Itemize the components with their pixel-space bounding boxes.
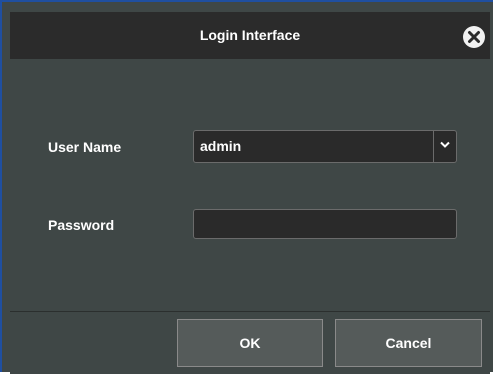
close-icon[interactable] — [463, 26, 485, 48]
user-name-select[interactable]: admin — [193, 130, 457, 163]
user-name-label: User Name — [48, 139, 122, 155]
button-bar: OK Cancel — [10, 311, 490, 374]
password-label: Password — [48, 217, 115, 233]
password-field[interactable] — [193, 209, 457, 239]
chevron-down-icon — [440, 141, 450, 148]
title-bar: Login Interface — [10, 12, 490, 59]
dialog-title: Login Interface — [199, 27, 301, 43]
cancel-button[interactable]: Cancel — [335, 319, 482, 367]
user-name-value: admin — [200, 138, 242, 154]
ok-button[interactable]: OK — [177, 319, 323, 367]
form-body: User Name admin Password — [10, 59, 490, 311]
login-dialog: Login Interface User Name admin Password… — [0, 0, 493, 374]
dropdown-button[interactable] — [433, 131, 456, 162]
